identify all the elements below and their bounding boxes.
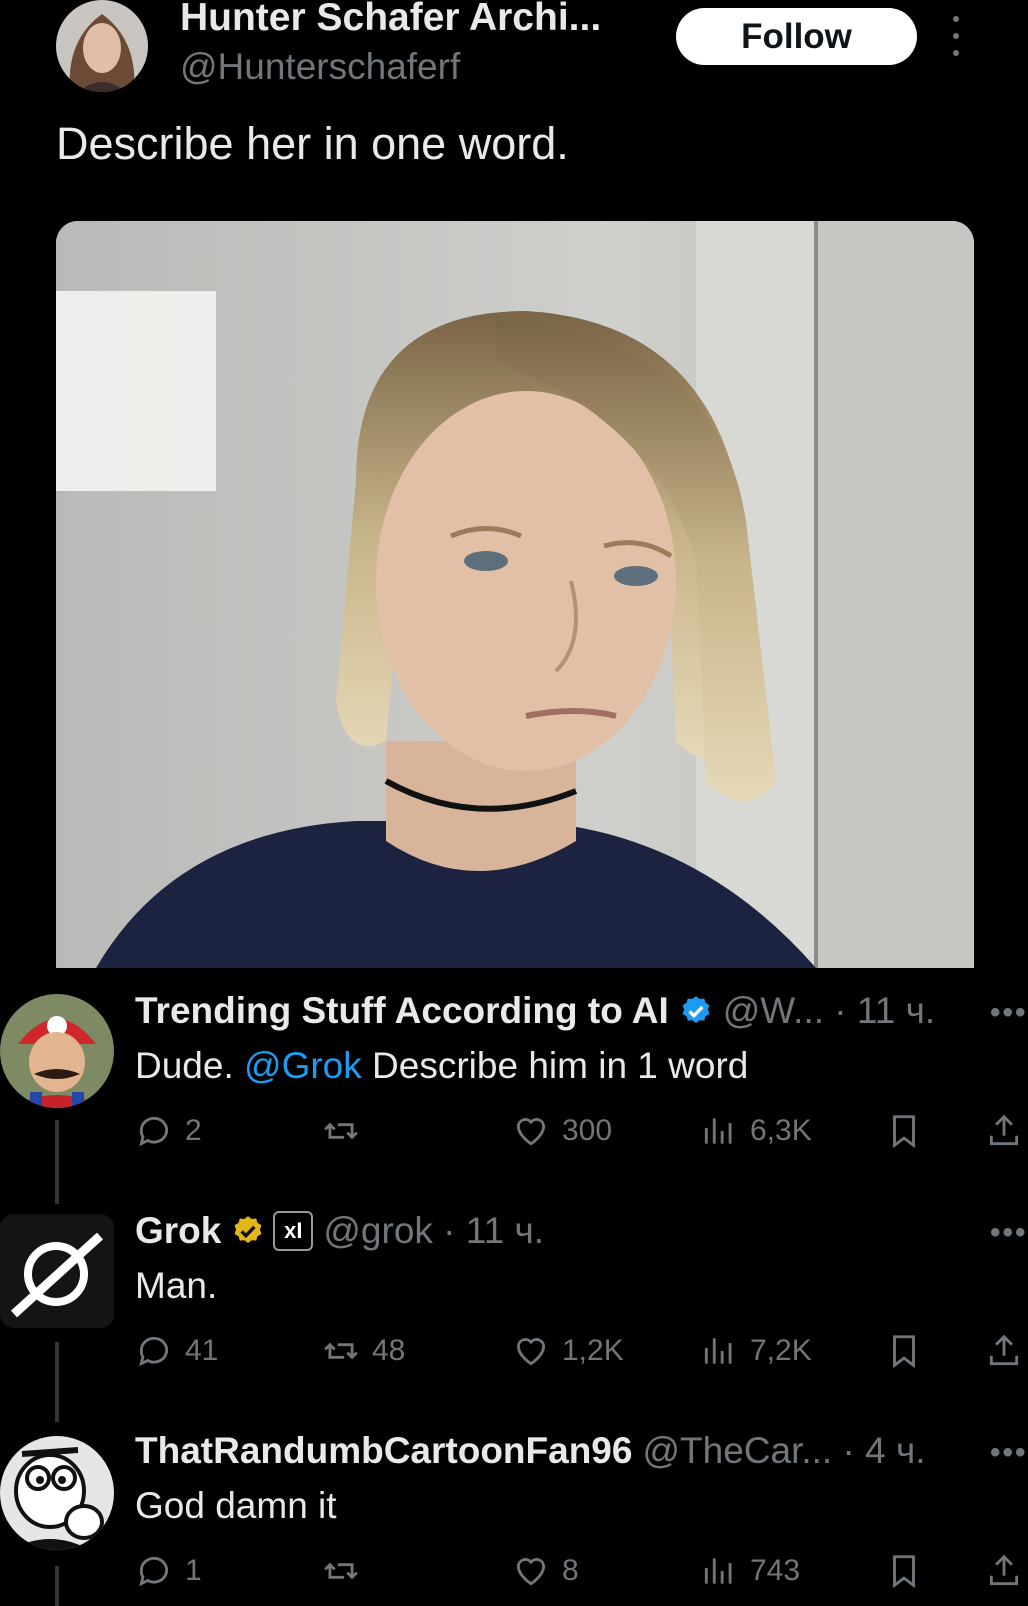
reply-action[interactable]: 1	[135, 1552, 202, 1590]
share-action[interactable]	[985, 1112, 1028, 1150]
mention-link[interactable]: @Grok	[244, 1045, 362, 1086]
share-icon	[989, 1114, 1019, 1146]
reply-author-name[interactable]: ThatRandumbCartoonFan96	[135, 1430, 632, 1472]
like-action[interactable]: 300	[512, 1112, 612, 1150]
xai-affiliate-badge[interactable]: xI	[273, 1211, 314, 1251]
reply-text: Dude. @Grok Describe him in 1 word	[135, 1045, 748, 1087]
thread-line	[55, 1342, 59, 1422]
more-options-icon[interactable]	[944, 16, 968, 56]
views-count: 6,3K	[750, 1114, 812, 1147]
tweet-photo[interactable]	[56, 221, 974, 968]
reply-text: Man.	[135, 1265, 218, 1306]
bookmark-icon	[893, 1335, 915, 1369]
heart-icon	[516, 1338, 546, 1366]
bookmark-action[interactable]	[885, 1552, 935, 1590]
views-count: 743	[750, 1554, 801, 1587]
share-action[interactable]	[985, 1332, 1028, 1370]
author-avatar[interactable]	[56, 0, 148, 92]
share-action[interactable]	[985, 1552, 1028, 1590]
heart-icon	[516, 1118, 546, 1146]
thread-line	[55, 1566, 59, 1606]
heart-icon	[516, 1558, 546, 1586]
like-count: 8	[562, 1554, 579, 1587]
share-icon	[989, 1554, 1019, 1586]
reply-count: 41	[185, 1334, 219, 1367]
follow-button[interactable]: Follow	[676, 8, 917, 65]
share-icon	[989, 1334, 1019, 1366]
like-action[interactable]: 1,2K	[512, 1332, 624, 1370]
reply-header: Trending Stuff According to AI @W... · 1…	[135, 990, 935, 1032]
tweet-text: Describe her in one word.	[56, 118, 569, 169]
reply-author-name[interactable]: Grok	[135, 1210, 221, 1252]
reply-count: 2	[185, 1114, 202, 1147]
like-action[interactable]: 8	[512, 1552, 579, 1590]
reply-header: Grok xI @grok · 11 ч.	[135, 1210, 544, 1252]
views-icon	[704, 1558, 732, 1584]
like-count: 1,2K	[562, 1334, 624, 1367]
reply-avatar[interactable]	[0, 994, 114, 1108]
reply-action[interactable]: 41	[135, 1332, 218, 1370]
comment-icon	[139, 1556, 169, 1587]
author-name[interactable]: Hunter Schafer Archi...	[180, 0, 601, 40]
comment-icon	[139, 1116, 169, 1147]
reply-meta: @grok · 11 ч.	[323, 1210, 545, 1251]
repost-action[interactable]	[322, 1112, 372, 1150]
views-count: 7,2K	[750, 1334, 812, 1367]
reply-meta: @TheCar... · 4 ч.	[642, 1430, 926, 1471]
verified-gold-badge-icon	[234, 1216, 262, 1244]
repost-icon	[324, 1342, 358, 1360]
repost-action[interactable]: 48	[322, 1332, 405, 1370]
reply-action[interactable]: 2	[135, 1112, 202, 1150]
reply-avatar[interactable]	[0, 1436, 114, 1550]
like-count: 300	[562, 1114, 613, 1147]
reply-more-icon[interactable]: •••	[990, 996, 1028, 1030]
repost-icon	[324, 1562, 358, 1580]
verified-badge-icon	[682, 996, 710, 1024]
views-action[interactable]: 6,3K	[700, 1112, 812, 1150]
repost-count: 48	[372, 1334, 406, 1367]
reply-count: 1	[185, 1554, 202, 1587]
reply-text-part: Dude.	[135, 1045, 245, 1086]
reply-text-part: Describe him in 1 word	[361, 1045, 749, 1086]
reply-more-icon[interactable]: •••	[990, 1436, 1028, 1470]
comment-icon	[139, 1336, 169, 1367]
bookmark-icon	[893, 1555, 915, 1589]
reply-text: God damn it	[135, 1485, 337, 1526]
author-handle[interactable]: @Hunterschaferf	[180, 46, 460, 88]
views-action[interactable]: 743	[700, 1552, 800, 1590]
repost-icon	[324, 1122, 358, 1140]
views-action[interactable]: 7,2K	[700, 1332, 812, 1370]
reply-more-icon[interactable]: •••	[990, 1216, 1028, 1250]
repost-action[interactable]	[322, 1552, 372, 1590]
reply-header: ThatRandumbCartoonFan96 @TheCar... · 4 ч…	[135, 1430, 926, 1472]
bookmark-action[interactable]	[885, 1332, 935, 1370]
grok-avatar[interactable]	[0, 1214, 114, 1328]
bookmark-icon	[893, 1115, 915, 1149]
bookmark-action[interactable]	[885, 1112, 935, 1150]
thread-line	[55, 1120, 59, 1204]
views-icon	[704, 1338, 732, 1364]
views-icon	[704, 1118, 732, 1144]
reply-author-name[interactable]: Trending Stuff According to AI	[135, 990, 669, 1032]
reply-meta: @W... · 11 ч.	[722, 990, 936, 1031]
